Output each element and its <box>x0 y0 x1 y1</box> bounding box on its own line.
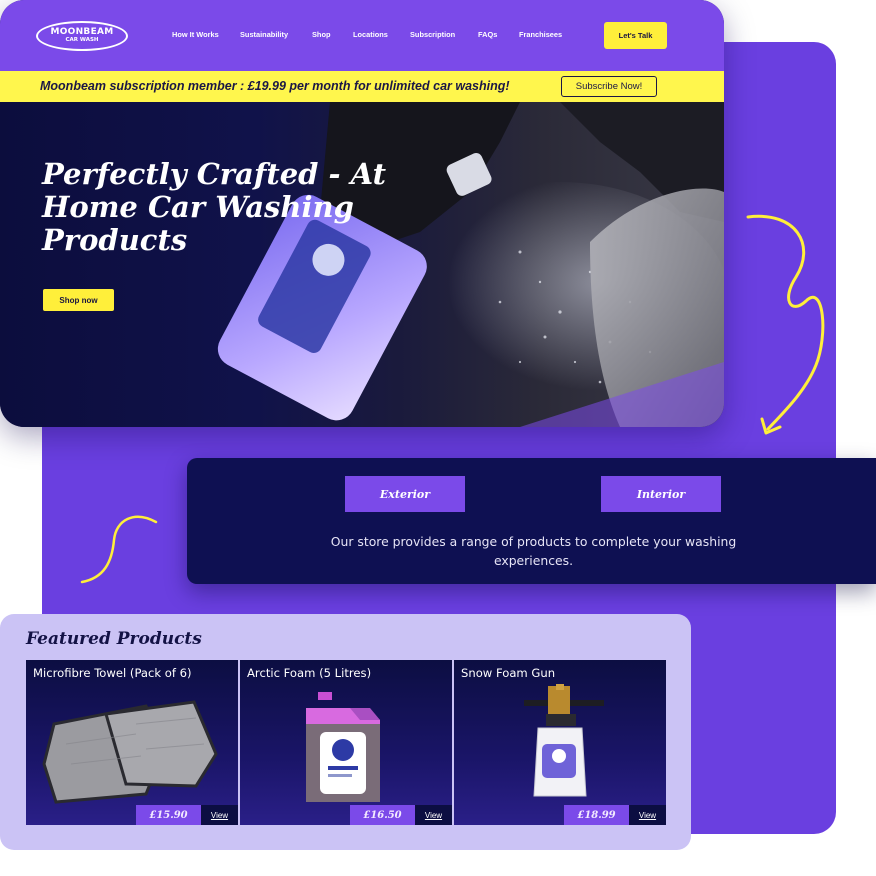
hero-title-line: Home Car Washing <box>42 190 354 224</box>
product-price: £18.99 <box>564 805 629 825</box>
category-description: Our store provides a range of products t… <box>330 534 737 568</box>
logo-subtext: CAR WASH <box>65 37 99 44</box>
product-name: Microfibre Towel (Pack of 6) <box>33 666 192 680</box>
view-link[interactable]: View <box>415 805 452 825</box>
product-card[interactable]: Arctic Foam (5 Litres) £16.50 View <box>240 660 452 825</box>
microfibre-towel-image <box>42 700 218 804</box>
exterior-button[interactable]: Exterior <box>345 476 465 512</box>
nav-faqs[interactable]: FAQs <box>478 30 497 39</box>
nav-franchisees[interactable]: Franchisees <box>519 30 562 39</box>
product-name: Snow Foam Gun <box>461 666 556 680</box>
product-name: Arctic Foam (5 Litres) <box>247 666 372 680</box>
hero-section: Perfectly Crafted - At Home Car Washing … <box>0 102 724 427</box>
navbar: MOONBEAM CAR WASH How It Works Sustainab… <box>0 0 724 71</box>
product-price: £16.50 <box>350 805 415 825</box>
view-link[interactable]: View <box>629 805 666 825</box>
product-card[interactable]: Snow Foam Gun £18.99 View <box>454 660 666 825</box>
lets-talk-button[interactable]: Let's Talk <box>604 22 667 49</box>
squiggle-icon <box>80 515 158 584</box>
subscribe-button[interactable]: Subscribe Now! <box>561 76 657 97</box>
nav-subscription[interactable]: Subscription <box>410 30 455 39</box>
logo[interactable]: MOONBEAM CAR WASH <box>36 21 128 51</box>
category-card: Exterior Interior Our store provides a r… <box>187 458 876 584</box>
snow-foam-gun-image <box>524 684 604 797</box>
product-card[interactable]: Microfibre Towel (Pack of 6) £15.90 View <box>26 660 238 825</box>
interior-button[interactable]: Interior <box>601 476 721 512</box>
featured-title: Featured Products <box>26 629 202 649</box>
hero-title: Perfectly Crafted - At Home Car Washing … <box>42 158 442 257</box>
promo-text: Moonbeam subscription member : £19.99 pe… <box>40 79 510 93</box>
logo-text: MOONBEAM <box>50 27 114 38</box>
website-preview: MOONBEAM CAR WASH How It Works Sustainab… <box>0 0 724 427</box>
squiggle-arrow-icon <box>746 214 825 435</box>
product-price: £15.90 <box>136 805 201 825</box>
featured-products-section: Featured Products Microfibre Towel (Pack… <box>0 614 691 850</box>
hero-title-line: Products <box>42 223 188 257</box>
arctic-foam-canister-image <box>306 692 380 802</box>
nav-locations[interactable]: Locations <box>353 30 388 39</box>
promo-banner: Moonbeam subscription member : £19.99 pe… <box>0 71 724 102</box>
hero-spray-image <box>217 102 724 427</box>
nav-sustainability[interactable]: Sustainability <box>240 30 288 39</box>
shop-now-button[interactable]: Shop now <box>43 289 114 311</box>
view-link[interactable]: View <box>201 805 238 825</box>
hero-title-line: Perfectly Crafted - At <box>42 157 387 191</box>
nav-how-it-works[interactable]: How It Works <box>172 30 219 39</box>
nav-shop[interactable]: Shop <box>312 30 330 39</box>
